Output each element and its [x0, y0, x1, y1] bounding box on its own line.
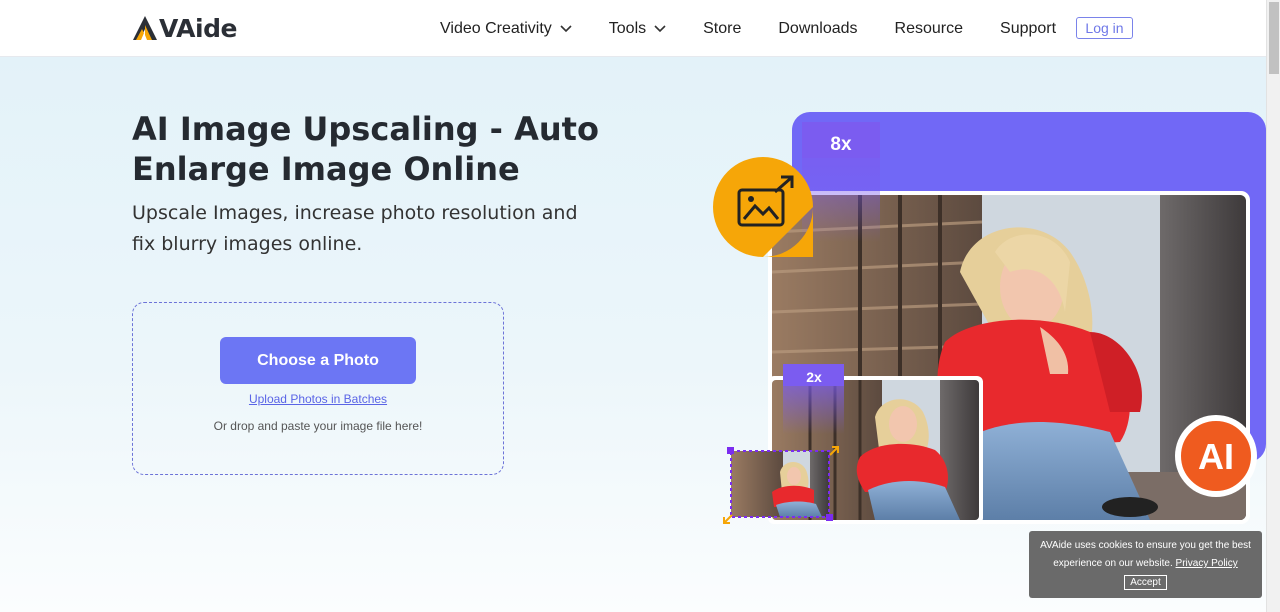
- ai-badge-label: AI: [1198, 436, 1234, 477]
- nav-item-store[interactable]: Store: [703, 20, 741, 38]
- main-nav: Video Creativity Tools Store Downloads R…: [440, 0, 1056, 57]
- nav-item-label: Store: [703, 19, 742, 37]
- badge-2x-label: 2x: [806, 369, 822, 385]
- nav-item-label: Tools: [608, 19, 647, 37]
- upload-dropzone[interactable]: Choose a Photo Upload Photos in Batches …: [132, 302, 504, 475]
- nav-item-support[interactable]: Support: [1000, 20, 1056, 38]
- chevron-down-icon: [654, 20, 666, 38]
- small-photo: [731, 451, 829, 517]
- nav-item-label: Resource: [894, 19, 964, 37]
- privacy-policy-link[interactable]: Privacy Policy: [1176, 558, 1238, 569]
- page-title: AI Image Upscaling - Auto Enlarge Image …: [132, 110, 599, 188]
- login-button[interactable]: Log in: [1076, 17, 1133, 39]
- site-header: VAide Video Creativity Tools Store Downl…: [0, 0, 1266, 57]
- nav-item-resource[interactable]: Resource: [895, 20, 963, 38]
- site-logo[interactable]: VAide: [132, 12, 237, 44]
- chevron-down-icon: [560, 20, 572, 38]
- upscale-illustration: 8x 2x AI: [713, 112, 1266, 524]
- page-subtitle: Upscale Images, increase photo resolutio…: [132, 202, 578, 255]
- scrollbar-thumb[interactable]: [1269, 2, 1279, 74]
- drop-hint-text: Or drop and paste your image file here!: [213, 419, 423, 433]
- cookie-notice: AVAide uses cookies to ensure you get th…: [1029, 531, 1262, 598]
- nav-item-label: Support: [1000, 19, 1057, 37]
- nav-item-video-creativity[interactable]: Video Creativity: [440, 20, 572, 38]
- logo-mark-icon: [133, 16, 157, 40]
- hero-section: AI Image Upscaling - Auto Enlarge Image …: [0, 57, 1266, 612]
- choose-photo-button[interactable]: Choose a Photo: [220, 337, 416, 384]
- nav-item-downloads[interactable]: Downloads: [778, 20, 857, 38]
- badge-8x-label: 8x: [830, 134, 852, 155]
- page-scrollbar[interactable]: [1266, 0, 1280, 612]
- nav-item-label: Video Creativity: [440, 19, 552, 37]
- nav-item-tools[interactable]: Tools: [609, 20, 666, 38]
- nav-item-label: Downloads: [778, 19, 858, 37]
- accept-cookies-button[interactable]: Accept: [1124, 575, 1167, 590]
- logo-text: VAide: [159, 13, 237, 43]
- upload-batches-link[interactable]: Upload Photos in Batches: [133, 392, 503, 406]
